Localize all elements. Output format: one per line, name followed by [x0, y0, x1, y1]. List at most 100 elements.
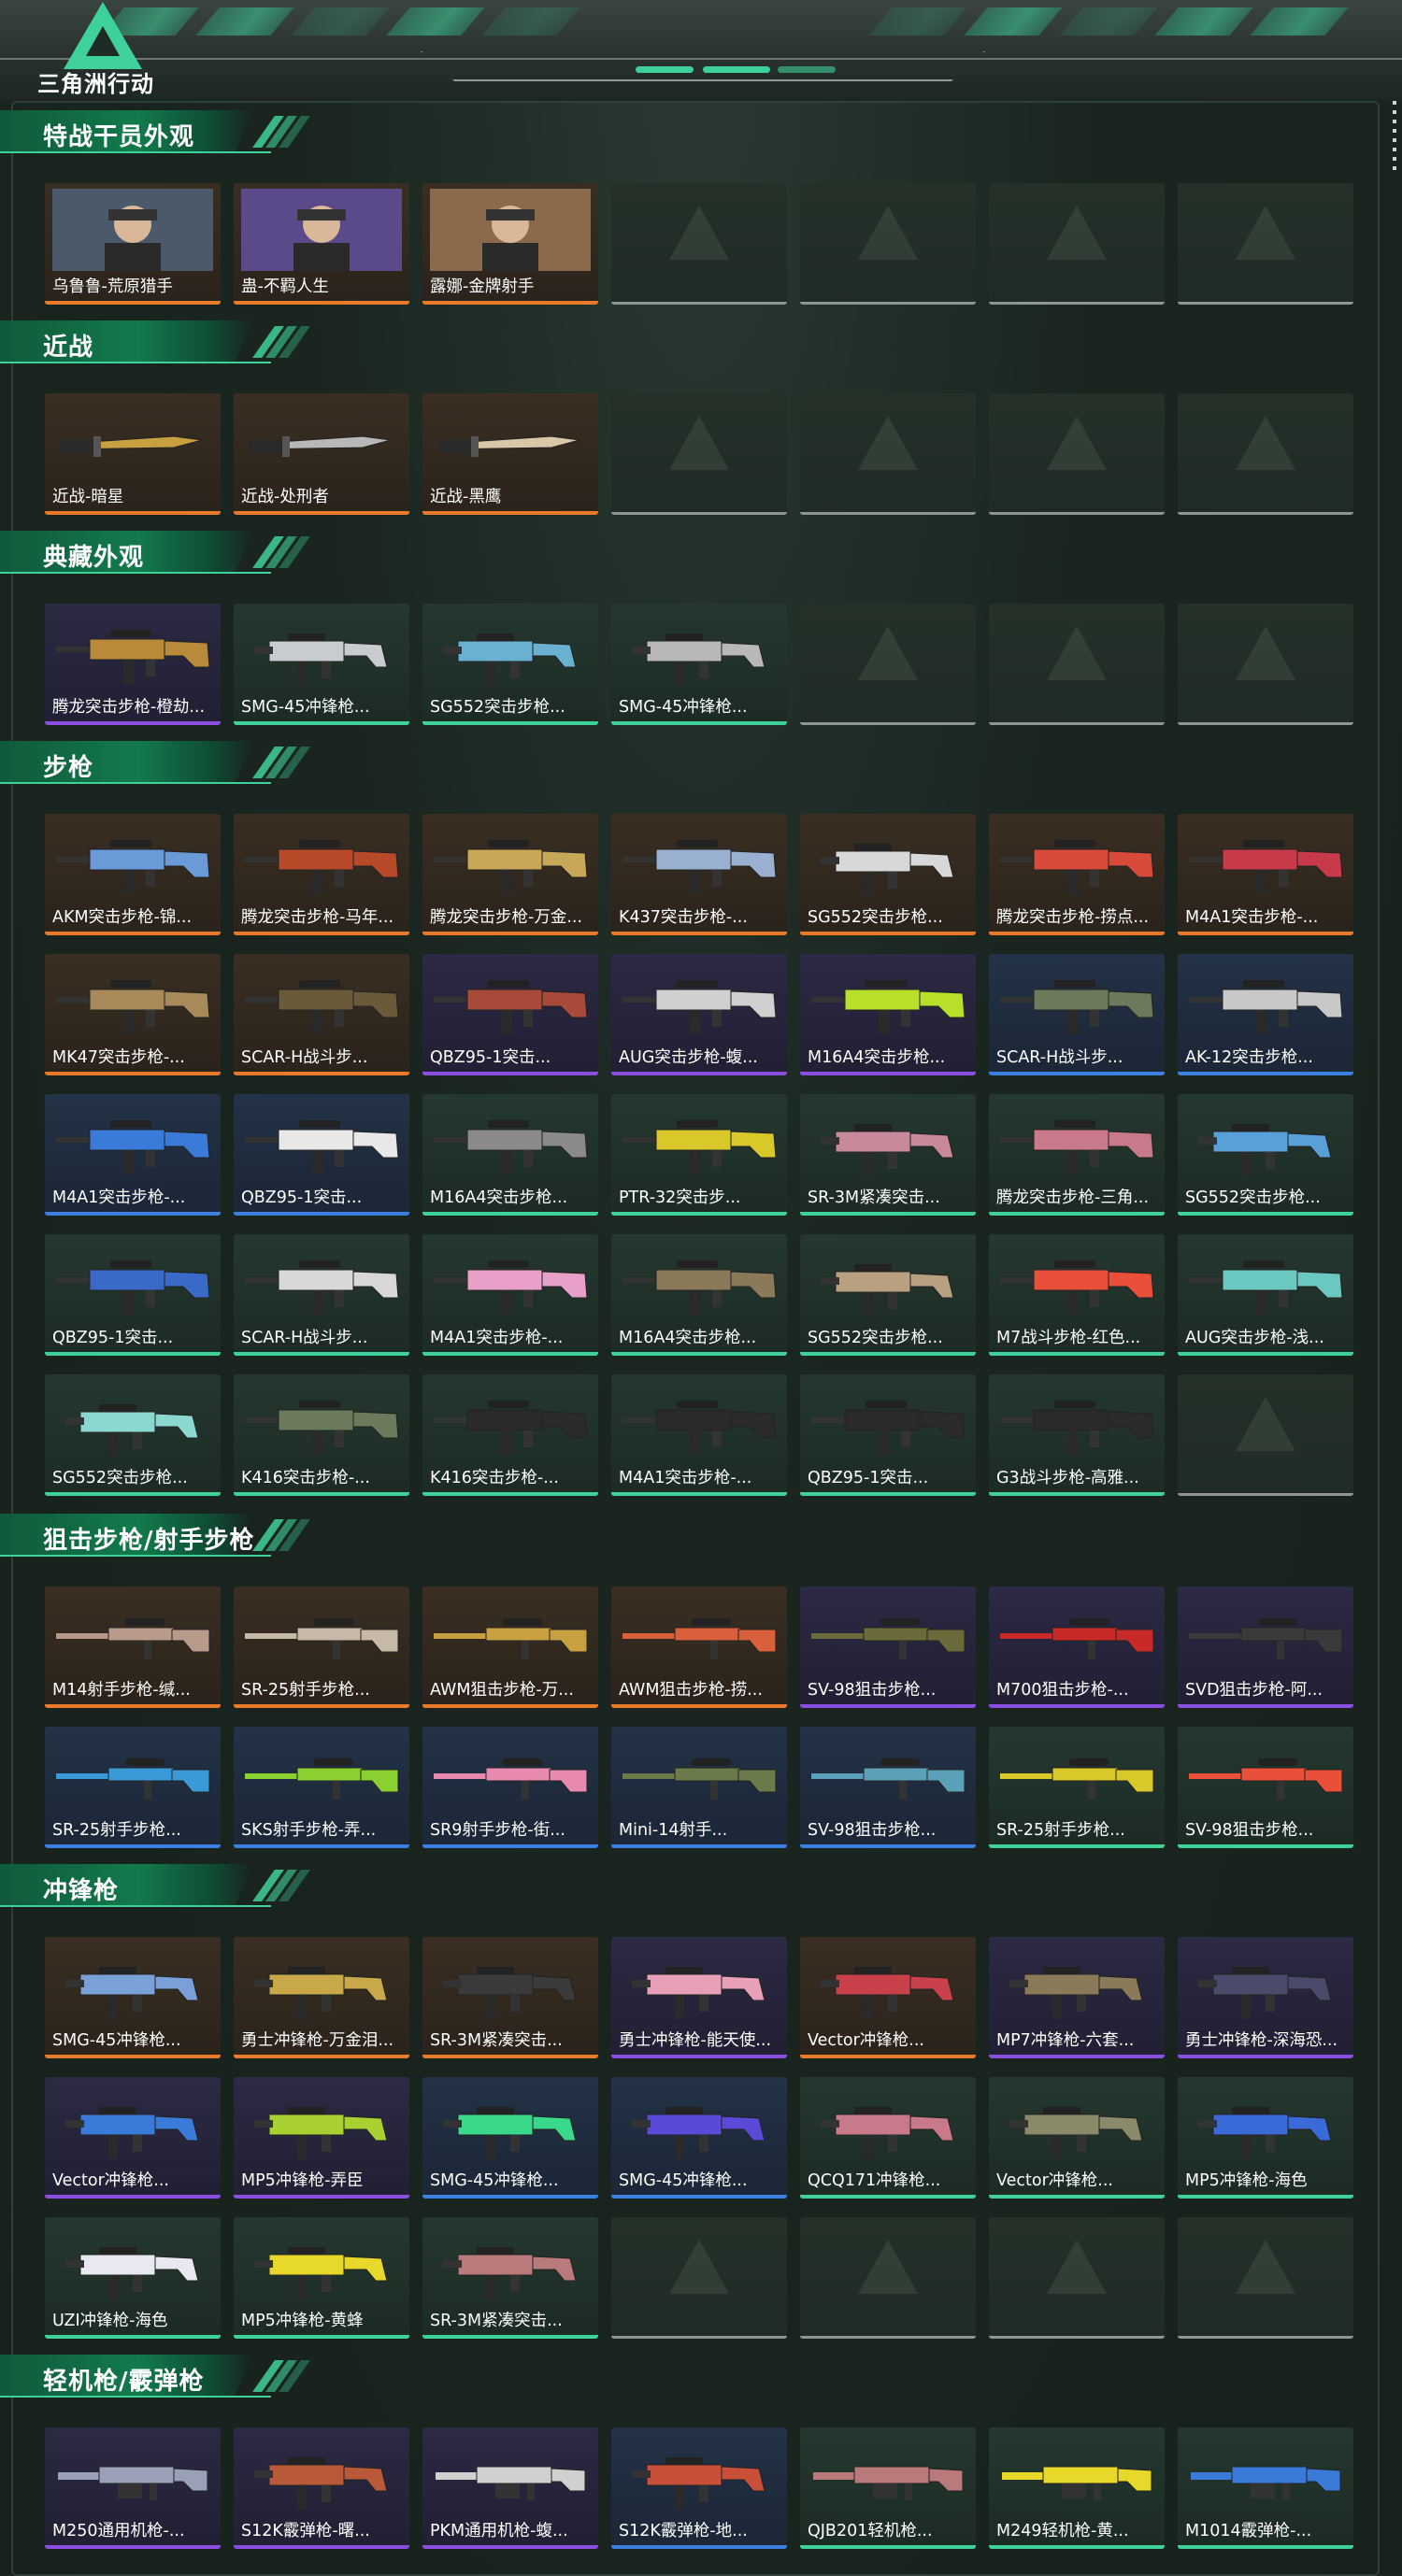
skin-card[interactable]: 腾龙突击步枪-三角...: [989, 1094, 1165, 1216]
skin-card[interactable]: Vector冲锋枪...: [45, 2077, 221, 2199]
skin-card[interactable]: SMG-45冲锋枪...: [45, 1937, 221, 2058]
skin-card[interactable]: 勇士冲锋枪-万金泪...: [234, 1937, 409, 2058]
rarity-bar: [611, 2195, 787, 2199]
skin-card[interactable]: SMG-45冲锋枪...: [234, 604, 409, 725]
skin-card[interactable]: SMG-45冲锋枪...: [611, 2077, 787, 2199]
skin-card[interactable]: QJB201轻机枪...: [800, 2427, 976, 2549]
rarity-bar: [45, 1492, 221, 1496]
skin-card[interactable]: SR-3M紧凑突击...: [422, 2217, 598, 2339]
skin-card[interactable]: M4A1突击步枪-...: [45, 1094, 221, 1216]
skin-card[interactable]: SMG-45冲锋枪...: [611, 604, 787, 725]
page-indicator[interactable]: [778, 66, 836, 73]
skin-card[interactable]: M4A1突击步枪-...: [1178, 814, 1353, 935]
skin-card[interactable]: M16A4突击步枪...: [611, 1234, 787, 1356]
skin-name: SR-3M紧凑突击...: [430, 2312, 563, 2330]
skin-card[interactable]: SG552突击步枪...: [422, 604, 598, 725]
skin-card[interactable]: M16A4突击步枪...: [800, 954, 976, 1075]
skin-card[interactable]: Vector冲锋枪...: [800, 1937, 976, 2058]
operator-portrait: [241, 189, 402, 271]
skin-name: SV-98狙击步枪...: [808, 1681, 937, 1700]
skin-card[interactable]: SCAR-H战斗步...: [989, 954, 1165, 1075]
skin-card[interactable]: QBZ95-1突击...: [45, 1234, 221, 1356]
skin-card[interactable]: K437突击步枪-...: [611, 814, 787, 935]
rarity-bar: [45, 2195, 221, 2199]
skin-card[interactable]: UZI冲锋枪-海色: [45, 2217, 221, 2339]
skin-card[interactable]: SVD狙击步枪-阿...: [1178, 1587, 1353, 1708]
placeholder-logo-icon: [1236, 1397, 1295, 1451]
skin-card[interactable]: M1014霰弹枪-...: [1178, 2427, 1353, 2549]
skin-card[interactable]: SV-98狙击步枪...: [800, 1587, 976, 1708]
skin-card[interactable]: 乌鲁鲁-荒原猎手: [45, 183, 221, 305]
page-indicator[interactable]: [636, 66, 694, 73]
skin-card[interactable]: SR9射手步枪-街...: [422, 1727, 598, 1848]
skin-card[interactable]: 近战-黑鹰: [422, 393, 598, 515]
skin-card[interactable]: SG552突击步枪...: [45, 1374, 221, 1496]
skin-name: SV-98狙击步枪...: [1185, 1821, 1314, 1840]
sniper-icon: [52, 1732, 213, 1815]
skin-card[interactable]: 腾龙突击步枪-橙劫...: [45, 604, 221, 725]
skin-card[interactable]: MP7冲锋枪-六套...: [989, 1937, 1165, 2058]
skin-card[interactable]: SR-25射手步枪...: [45, 1727, 221, 1848]
skin-name: M700狙击步枪-...: [996, 1681, 1129, 1700]
skin-card[interactable]: 腾龙突击步枪-捞点...: [989, 814, 1165, 935]
skin-card[interactable]: 腾龙突击步枪-万金...: [422, 814, 598, 935]
skin-card[interactable]: M250通用机枪-...: [45, 2427, 221, 2549]
skin-card[interactable]: M249轻机枪-黄...: [989, 2427, 1165, 2549]
skin-card[interactable]: SV-98狙击步枪...: [1178, 1727, 1353, 1848]
skin-card[interactable]: PTR-32突击步...: [611, 1094, 787, 1216]
skin-card[interactable]: SR-25射手步枪...: [989, 1727, 1165, 1848]
skin-card[interactable]: S12K霰弹枪-地...: [611, 2427, 787, 2549]
skin-card[interactable]: G3战斗步枪-高雅...: [989, 1374, 1165, 1496]
skin-card[interactable]: S12K霰弹枪-曙...: [234, 2427, 409, 2549]
skin-card[interactable]: AWM狙击步枪-捞...: [611, 1587, 787, 1708]
skin-card[interactable]: AWM狙击步枪-万...: [422, 1587, 598, 1708]
skin-card[interactable]: 蛊-不羁人生: [234, 183, 409, 305]
skin-card[interactable]: M7战斗步枪-红色...: [989, 1234, 1165, 1356]
rarity-bar: [989, 932, 1165, 935]
skin-card[interactable]: AUG突击步枪-浅...: [1178, 1234, 1353, 1356]
skin-card[interactable]: AK-12突击步枪...: [1178, 954, 1353, 1075]
skin-card[interactable]: M700狙击步枪-...: [989, 1587, 1165, 1708]
skin-name: 露娜-金牌射手: [430, 278, 535, 296]
skin-card[interactable]: SCAR-H战斗步...: [234, 1234, 409, 1356]
skin-card[interactable]: 近战-处刑者: [234, 393, 409, 515]
skin-card[interactable]: M16A4突击步枪...: [422, 1094, 598, 1216]
skin-card[interactable]: 腾龙突击步枪-马年...: [234, 814, 409, 935]
skin-card[interactable]: K416突击步枪-...: [422, 1374, 598, 1496]
skin-card[interactable]: QBZ95-1突击...: [422, 954, 598, 1075]
skin-card[interactable]: SR-3M紧凑突击...: [422, 1937, 598, 2058]
skin-card[interactable]: QBZ95-1突击...: [234, 1094, 409, 1216]
skin-card[interactable]: PKM通用机枪-蝮...: [422, 2427, 598, 2549]
skin-card[interactable]: 露娜-金牌射手: [422, 183, 598, 305]
skin-card[interactable]: SMG-45冲锋枪...: [422, 2077, 598, 2199]
smg-icon: [241, 2083, 402, 2165]
skin-card[interactable]: QCQ171冲锋枪...: [800, 2077, 976, 2199]
scrollbar[interactable]: [1393, 101, 1396, 176]
skin-card[interactable]: SKS射手步枪-弄...: [234, 1727, 409, 1848]
skin-card[interactable]: Mini-14射手...: [611, 1727, 787, 1848]
skin-card[interactable]: SCAR-H战斗步...: [234, 954, 409, 1075]
skin-card[interactable]: SG552突击步枪...: [800, 1234, 976, 1356]
skin-card[interactable]: SR-25射手步枪...: [234, 1587, 409, 1708]
skin-card[interactable]: SV-98狙击步枪...: [800, 1727, 976, 1848]
skin-card[interactable]: MK47突击步枪-...: [45, 954, 221, 1075]
skin-card[interactable]: AKM突击步枪-锦...: [45, 814, 221, 935]
skin-card[interactable]: M14射手步枪-缄...: [45, 1587, 221, 1708]
skin-card[interactable]: 勇士冲锋枪-能天使...: [611, 1937, 787, 2058]
skin-card[interactable]: QBZ95-1突击...: [800, 1374, 976, 1496]
skin-card[interactable]: 勇士冲锋枪-深海恐...: [1178, 1937, 1353, 2058]
skin-card[interactable]: SR-3M紧凑突击...: [800, 1094, 976, 1216]
skin-card[interactable]: SG552突击步枪...: [1178, 1094, 1353, 1216]
skin-card[interactable]: M4A1突击步枪-...: [422, 1234, 598, 1356]
skin-card[interactable]: AUG突击步枪-蝮...: [611, 954, 787, 1075]
skin-card[interactable]: K416突击步枪-...: [234, 1374, 409, 1496]
skin-card[interactable]: MP5冲锋枪-海色: [1178, 2077, 1353, 2199]
skin-card[interactable]: MP5冲锋枪-弄臣: [234, 2077, 409, 2199]
skin-card[interactable]: 近战-暗星: [45, 393, 221, 515]
skin-card[interactable]: SG552突击步枪...: [800, 814, 976, 935]
skin-card[interactable]: Vector冲锋枪...: [989, 2077, 1165, 2199]
skin-card[interactable]: M4A1突击步枪-...: [611, 1374, 787, 1496]
page-indicator[interactable]: [703, 66, 770, 73]
skin-card[interactable]: MP5冲锋枪-黄蜂: [234, 2217, 409, 2339]
rifle-icon: [1185, 960, 1346, 1042]
